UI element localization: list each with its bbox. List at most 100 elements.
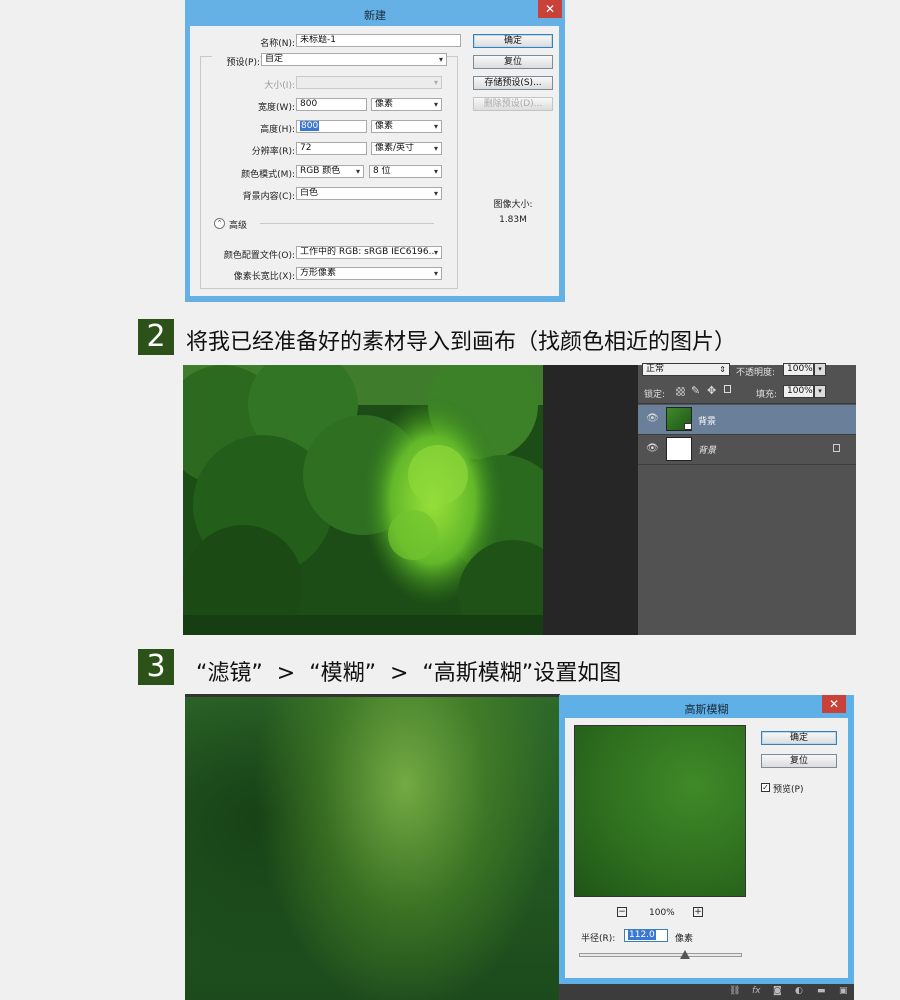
dialog-title: 高斯模糊 xyxy=(684,703,729,716)
forest-image xyxy=(183,365,543,635)
eye-icon[interactable]: 👁 xyxy=(646,443,659,454)
height-value: 800 xyxy=(300,121,320,131)
canvas-edge xyxy=(185,694,560,697)
dialog-title: 新建 xyxy=(364,9,386,22)
layer-thumbnail xyxy=(666,437,692,461)
delete-preset-button: 删除预设(D)... xyxy=(473,97,553,111)
layer-row[interactable]: 👁 背景 xyxy=(638,435,856,464)
opacity-input[interactable]: 100% xyxy=(783,363,814,376)
chevron-updown-icon: ⇕ xyxy=(719,365,726,374)
dialog-titlebar[interactable]: 新建 ✕ xyxy=(185,0,565,26)
chevron-down-icon: ▾ xyxy=(355,167,360,176)
zoom-level: 100% xyxy=(649,908,675,918)
radius-label: 半径(R): xyxy=(581,934,616,944)
step-description: 将我已经准备好的素材导入到画布（找颜色相近的图片） xyxy=(186,330,737,355)
fill-dropdown-icon[interactable]: ▾ xyxy=(814,385,826,398)
lock-all-icon[interactable] xyxy=(724,385,731,393)
layer-name: 背景 xyxy=(698,446,717,456)
opacity-label: 不透明度: xyxy=(736,368,776,378)
resolution-label: 分辨率(R): xyxy=(251,147,295,157)
radius-slider-thumb[interactable] xyxy=(679,950,690,959)
image-size-value: 1.83M xyxy=(499,215,527,225)
ok-button[interactable]: 确定 xyxy=(473,34,553,48)
radius-slider[interactable] xyxy=(579,953,742,957)
layer-divider xyxy=(638,464,856,465)
resolution-unit: 像素/英寸 xyxy=(375,143,415,153)
fill-label: 填充: xyxy=(756,390,778,400)
resolution-unit-select[interactable]: 像素/英寸 ▾ xyxy=(371,142,442,155)
ok-button[interactable]: 确定 xyxy=(761,731,837,745)
layers-bottom-toolbar: ⛓ fx ◙ ◐ ▬ ▣ xyxy=(559,984,854,1000)
height-input[interactable]: 800 xyxy=(296,120,367,133)
color-mode-value: RGB 颜色 xyxy=(300,166,341,176)
zoom-out-button[interactable]: − xyxy=(617,907,627,917)
smart-object-icon xyxy=(684,423,692,430)
layer-name: 背景 xyxy=(698,417,717,427)
close-button[interactable]: ✕ xyxy=(822,695,846,713)
name-input[interactable]: 未标题-1 xyxy=(296,34,461,47)
link-icon[interactable]: ⛓ xyxy=(729,986,740,996)
step-number: 3 xyxy=(138,649,174,685)
close-button[interactable]: ✕ xyxy=(538,0,562,18)
pixel-aspect-label: 像素长宽比(X): xyxy=(233,272,295,282)
background-label: 背景内容(C): xyxy=(242,192,295,202)
layer-row-selected[interactable]: 👁 背景 xyxy=(638,405,856,434)
opacity-dropdown-icon[interactable]: ▾ xyxy=(814,363,826,376)
reset-button[interactable]: 复位 xyxy=(473,55,553,69)
height-unit-select[interactable]: 像素 ▾ xyxy=(371,120,442,133)
step-number: 2 xyxy=(138,319,174,355)
canvas-background xyxy=(543,365,638,635)
preview-label: 预览(P) xyxy=(773,785,804,795)
new-layer-icon[interactable]: ▣ xyxy=(839,986,848,996)
advanced-divider xyxy=(260,223,434,224)
panel-divider xyxy=(638,403,856,404)
chevron-down-icon: ▾ xyxy=(433,144,438,153)
resolution-input[interactable]: 72 xyxy=(296,142,367,155)
zoom-in-button[interactable]: + xyxy=(693,907,703,917)
chevron-down-icon: ▾ xyxy=(433,100,438,109)
radius-input[interactable]: 112.0 xyxy=(624,929,668,942)
height-label: 高度(H): xyxy=(260,125,295,135)
chevron-down-icon: ▾ xyxy=(433,78,438,87)
background-select[interactable]: 白色 ▾ xyxy=(296,187,442,200)
preset-value: 自定 xyxy=(265,54,284,64)
forest-photo xyxy=(183,365,543,635)
image-size-label: 图像大小: xyxy=(493,200,533,210)
color-profile-select[interactable]: 工作中的 RGB: sRGB IEC6196... ▾ xyxy=(296,246,442,259)
collapse-icon[interactable]: ⌃ xyxy=(214,218,225,229)
pixel-aspect-select[interactable]: 方形像素 ▾ xyxy=(296,267,442,280)
blend-mode-value: 正常 xyxy=(646,364,665,374)
width-unit-select[interactable]: 像素 ▾ xyxy=(371,98,442,111)
chevron-down-icon: ▾ xyxy=(433,122,438,131)
lock-transparency-icon[interactable] xyxy=(676,387,685,396)
chevron-down-icon: ▾ xyxy=(433,167,438,176)
preview-checkbox[interactable]: ✓ xyxy=(761,783,770,792)
width-input[interactable]: 800 xyxy=(296,98,367,111)
chevron-down-icon: ▾ xyxy=(433,269,438,278)
bit-depth-value: 8 位 xyxy=(373,166,391,176)
blend-mode-select[interactable]: 正常 ⇕ xyxy=(642,363,730,376)
color-profile-value: 工作中的 RGB: sRGB IEC6196... xyxy=(300,247,438,257)
size-label: 大小(I): xyxy=(264,81,295,91)
gaussian-blur-dialog: 高斯模糊 ✕ 确定 复位 ✓ 预览(P) − 100% + 半径(R): 112… xyxy=(559,695,854,984)
dialog-body: 名称(N): 未标题-1 预设(P): 自定 ▾ 大小(I): ▾ 宽度(W):… xyxy=(190,26,559,296)
blur-preview[interactable] xyxy=(574,725,746,897)
eye-icon[interactable]: 👁 xyxy=(646,413,659,424)
radius-value: 112.0 xyxy=(628,930,656,940)
lock-paint-icon[interactable]: ✎ xyxy=(691,384,700,397)
fx-icon[interactable]: fx xyxy=(752,986,761,996)
preset-select[interactable]: 自定 ▾ xyxy=(261,53,447,66)
folder-icon[interactable]: ▬ xyxy=(817,986,826,996)
reset-button[interactable]: 复位 xyxy=(761,754,837,768)
pixel-aspect-value: 方形像素 xyxy=(300,268,337,278)
lock-move-icon[interactable]: ✥ xyxy=(707,384,716,397)
mask-icon[interactable]: ◙ xyxy=(773,986,782,996)
color-mode-select[interactable]: RGB 颜色 ▾ xyxy=(296,165,364,178)
chevron-down-icon: ▾ xyxy=(438,55,443,64)
fill-input[interactable]: 100% xyxy=(783,385,814,398)
save-preset-button[interactable]: 存储预设(S)... xyxy=(473,76,553,90)
adjustment-icon[interactable]: ◐ xyxy=(795,986,803,996)
size-select: ▾ xyxy=(296,76,442,89)
name-label: 名称(N): xyxy=(260,39,295,49)
bit-depth-select[interactable]: 8 位 ▾ xyxy=(369,165,442,178)
